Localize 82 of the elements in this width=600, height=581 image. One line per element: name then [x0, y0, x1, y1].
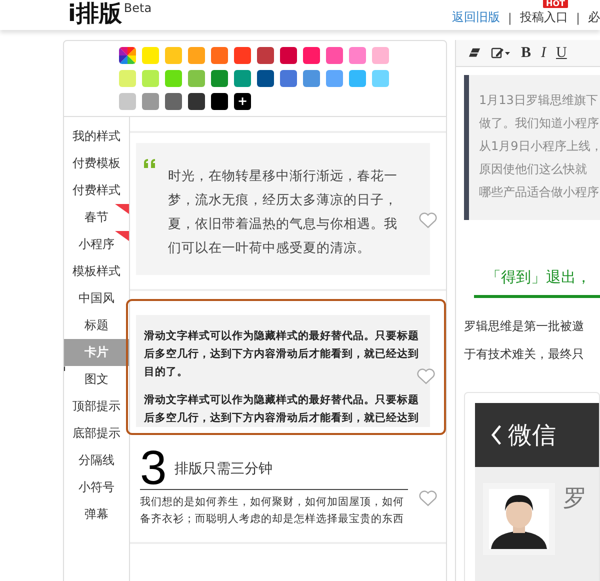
color-swatch[interactable]: [142, 47, 159, 64]
color-swatch[interactable]: [280, 47, 297, 64]
category-tab[interactable]: 底部提示: [64, 420, 129, 447]
color-swatch[interactable]: [188, 70, 205, 87]
color-swatch[interactable]: [234, 70, 251, 87]
color-swatch[interactable]: [234, 47, 251, 64]
color-swatch[interactable]: [211, 70, 228, 87]
paragraph-line: 于有技术难关，最终只: [464, 346, 585, 363]
eraser-icon: [468, 48, 481, 58]
category-tab[interactable]: 中国风: [64, 285, 129, 312]
color-swatch[interactable]: [257, 70, 274, 87]
category-tab[interactable]: 图文: [64, 366, 129, 393]
beta-label: Beta: [124, 2, 152, 14]
category-tab[interactable]: 模板样式: [64, 258, 129, 285]
quote-line: 1月13日罗辑思维旗下: [479, 92, 599, 109]
color-swatch[interactable]: [165, 47, 182, 64]
color-swatch[interactable]: [165, 70, 182, 87]
category-tab[interactable]: 小程序: [64, 231, 129, 258]
contact-name: 罗: [563, 483, 587, 513]
style-card[interactable]: 时光，在物转星移中渐行渐远，春花一梦，流水无痕，经历太多薄凉的日子，夏，依旧带着温热的气息与你相遇。我们可以在一叶荷中感受夏的清凉。: [130, 133, 446, 291]
quote-text: 时光，在物转星移中渐行渐远，春花一梦，流水无痕，经历太多薄凉的日子，夏，依旧带着温热的气息与你相遇。我们可以在一叶荷中感受夏的清凉。: [168, 168, 398, 258]
category-tab[interactable]: 标题: [64, 312, 129, 339]
step-number: 3: [140, 449, 167, 489]
paragraph-line: 罗辑思维是第一批被邀: [464, 318, 585, 335]
hot-badge: HOT: [543, 0, 568, 8]
card-paragraph: 滑动文字样式可以作为隐藏样式的最好替代品。只要标题后多空几行，达到下方内容滑动后才能看到，就已经达到目的了。: [144, 328, 420, 380]
color-wheel-icon[interactable]: [119, 47, 136, 64]
category-tab[interactable]: 顶部提示: [64, 393, 129, 420]
format-button[interactable]: I: [537, 42, 550, 64]
color-swatch[interactable]: [188, 47, 205, 64]
color-swatch[interactable]: [142, 93, 159, 110]
category-tab[interactable]: 弹幕: [64, 501, 129, 528]
card-title: 排版只需三分钟: [174, 460, 273, 479]
quote-mark-icon: [144, 159, 156, 168]
add-color-button[interactable]: +: [234, 93, 251, 110]
heart-icon[interactable]: [416, 367, 436, 385]
category-tab[interactable]: 付费模板: [64, 150, 129, 177]
format-button[interactable]: B: [517, 42, 536, 64]
category-tab[interactable]: 春节: [64, 204, 129, 231]
color-swatch[interactable]: [349, 70, 366, 87]
style-card[interactable]: 滑动文字样式可以作为隐藏样式的最好替代品。只要标题后多空几行，达到下方内容滑动后才能看到，就已经达到目的了。 滑动文字样式可以作为隐藏样式的最好替代品。只要标题后多空几行，达到下方内容滑动后才能看到，就已经达到: [126, 299, 446, 435]
color-swatch[interactable]: [326, 47, 343, 64]
color-swatch[interactable]: [165, 93, 182, 110]
heart-icon[interactable]: [418, 489, 438, 507]
corner-flag-icon: [115, 231, 129, 241]
category-tab[interactable]: 分隔线: [64, 447, 129, 474]
section-heading: 「得到」退出，: [474, 268, 600, 298]
card-paragraph: 滑动文字样式可以作为隐藏样式的最好替代品。只要标题后多空几行，达到下方内容滑动后才能看到，就已经达到: [144, 392, 420, 426]
logo-text: i排版: [68, 2, 122, 26]
nav-link[interactable]: 返回旧版: [452, 10, 500, 24]
color-swatch[interactable]: [303, 70, 320, 87]
quote-line: 从1月9日小程序上线，: [479, 138, 600, 155]
color-swatch[interactable]: [211, 47, 228, 64]
nav-link[interactable]: 必: [588, 10, 600, 24]
category-tab[interactable]: 付费样式: [64, 177, 129, 204]
back-chevron-icon: [491, 425, 502, 445]
color-swatch[interactable]: [119, 70, 136, 87]
corner-flag-icon: [115, 204, 129, 214]
app-bar-title: 微信: [508, 420, 556, 451]
quote-line: 做了。我们知道小程序: [479, 115, 600, 132]
color-swatch[interactable]: [372, 47, 389, 64]
color-swatch[interactable]: [142, 70, 159, 87]
separator: |: [508, 10, 512, 24]
format-button[interactable]: U: [552, 42, 571, 64]
edit-caret-icon: [491, 47, 511, 59]
quote-line: 原因使他们这么快就: [479, 161, 588, 178]
color-swatch[interactable]: [349, 47, 366, 64]
nav-link[interactable]: 投稿入口: [520, 10, 568, 24]
color-swatch[interactable]: [188, 93, 205, 110]
color-swatch[interactable]: [211, 93, 228, 110]
category-tab[interactable]: 我的样式: [64, 123, 129, 150]
card-paragraph: 我们想的是如何养生，如何聚财，如何加固屋顶，如何备齐衣衫；而聪明人考虑的却是怎样选择最宝贵的东西: [140, 495, 405, 527]
quote-line: 哪些产品适合做小程序: [479, 184, 600, 201]
separator: |: [576, 10, 580, 24]
color-swatch[interactable]: [372, 70, 389, 87]
color-swatch[interactable]: [303, 47, 320, 64]
heart-icon[interactable]: [418, 211, 438, 229]
color-swatch[interactable]: [119, 93, 136, 110]
category-tab[interactable]: 小符号: [64, 474, 129, 501]
color-swatch[interactable]: [280, 70, 297, 87]
color-swatch[interactable]: [257, 47, 274, 64]
color-swatch[interactable]: [326, 70, 343, 87]
